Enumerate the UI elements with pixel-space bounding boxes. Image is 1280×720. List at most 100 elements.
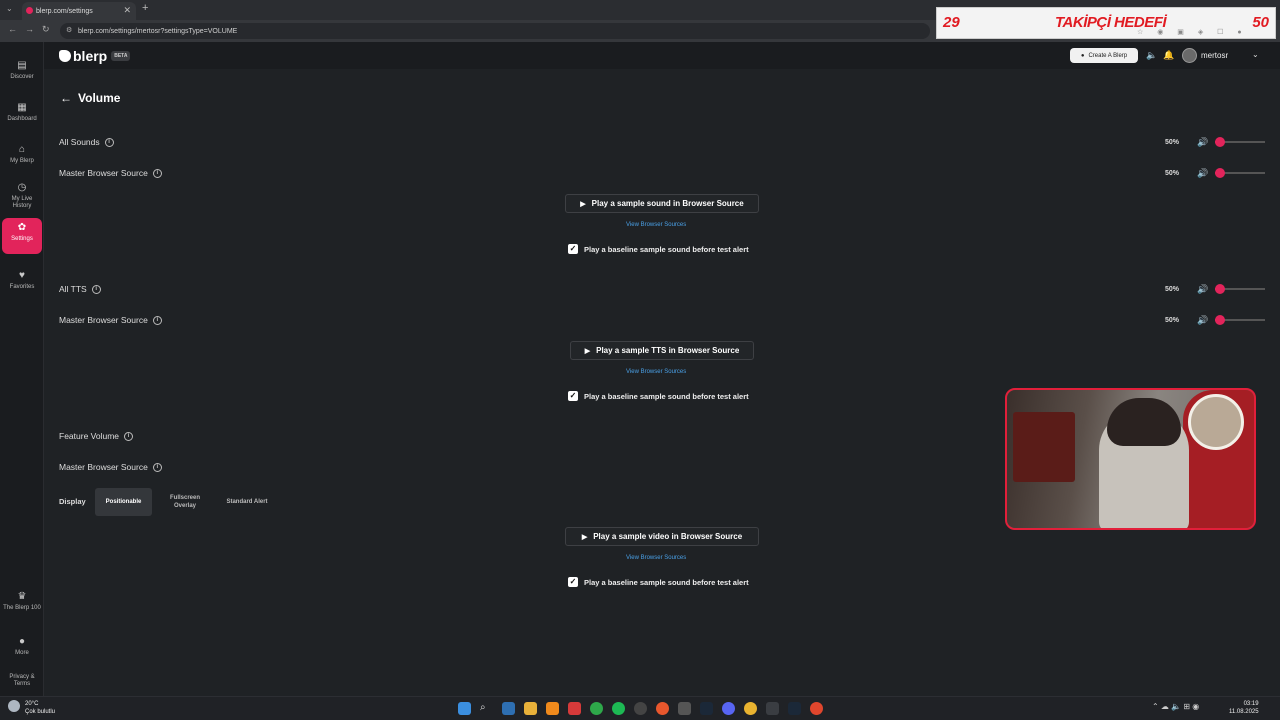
username[interactable]: mertosr: [1201, 51, 1228, 60]
tab-search-chevron-icon[interactable]: ⌄: [6, 4, 13, 13]
display-option-positionable[interactable]: Positionable: [95, 488, 152, 516]
view-browser-sources-link[interactable]: View Browser Sources: [626, 369, 686, 375]
slider-handle[interactable]: [1215, 315, 1225, 325]
browser-extension-icons[interactable]: ☆ ◉ ▣ ◈ ☐ ●: [1137, 28, 1257, 38]
taskbar-app-icon[interactable]: [634, 702, 647, 715]
search-icon[interactable]: ⌕: [480, 702, 493, 715]
discover-icon: ▤: [17, 60, 27, 71]
chevron-down-icon[interactable]: ⌄: [1252, 50, 1259, 59]
sidebar-item-label: My Live History: [11, 196, 33, 209]
baseline-sound-checkbox-row[interactable]: ✓ Play a baseline sample sound before te…: [568, 577, 749, 587]
logo-text: blerp: [73, 48, 108, 64]
windows-taskbar: 20°C Çok bulutlu ⌕ ⌃ ☁ 🔈 ⊞ ◉ 03:19 11.08…: [0, 696, 1280, 720]
view-browser-sources-link[interactable]: View Browser Sources: [626, 555, 686, 561]
taskbar-app-icon[interactable]: [612, 702, 625, 715]
play-sample-video-button[interactable]: ▶ Play a sample video in Browser Source: [565, 527, 759, 546]
taskbar-app-icon[interactable]: [678, 702, 691, 715]
play-sample-tts-button[interactable]: ▶ Play a sample TTS in Browser Source: [570, 341, 754, 360]
master-tts-slider[interactable]: [1215, 315, 1265, 325]
info-icon[interactable]: i: [104, 138, 114, 148]
taskbar-app-icon[interactable]: [524, 702, 537, 715]
volume-icon[interactable]: 🔊: [1197, 137, 1208, 148]
info-icon[interactable]: i: [124, 432, 134, 442]
start-icon[interactable]: [458, 702, 471, 715]
url-text: blerp.com/settings/mertosr?settingsType=…: [78, 27, 238, 35]
taskbar-app-icon[interactable]: [788, 702, 801, 715]
tab-close-icon[interactable]: ✕: [123, 5, 131, 16]
sidebar-item-favorites[interactable]: ♥ Favorites: [2, 266, 42, 302]
master-tts-percent: 50%: [1165, 317, 1180, 324]
forward-nav-icon[interactable]: →: [25, 24, 34, 34]
checkbox-label: Play a baseline sample sound before test…: [584, 391, 749, 401]
all-sounds-label: All Sounds i: [59, 137, 114, 148]
checkbox[interactable]: ✓: [568, 244, 578, 254]
slider-handle[interactable]: [1215, 137, 1225, 147]
volume-icon[interactable]: 🔊: [1197, 315, 1208, 326]
slider-handle[interactable]: [1215, 168, 1225, 178]
taskbar-app-icon[interactable]: [766, 702, 779, 715]
checkbox[interactable]: ✓: [568, 577, 578, 587]
back-nav-icon[interactable]: ←: [8, 24, 17, 34]
row-label-text: Master Browser Source: [59, 462, 148, 472]
avatar[interactable]: [1182, 48, 1197, 63]
display-label: Display: [59, 497, 86, 506]
taskbar-app-icon[interactable]: [656, 702, 669, 715]
display-option-fullscreen-overlay[interactable]: Fullscreen Overlay: [158, 488, 212, 516]
webcam-overlay: [1005, 388, 1256, 530]
sidebar-item-label: Dashboard: [7, 116, 37, 122]
chrome-icon[interactable]: [744, 702, 757, 715]
site-info-icon[interactable]: ⚙: [66, 26, 72, 34]
checkbox[interactable]: ✓: [568, 391, 578, 401]
slider-handle[interactable]: [1215, 284, 1225, 294]
sidebar-item-my-live-history[interactable]: ◷ My Live History: [2, 178, 42, 218]
view-browser-sources-link[interactable]: View Browser Sources: [626, 222, 686, 228]
create-blerp-button[interactable]: ● Create A Blerp: [1070, 48, 1138, 63]
taskbar-app-icon[interactable]: [502, 702, 515, 715]
all-sounds-slider[interactable]: [1215, 137, 1265, 147]
sidebar-item-label: Privacy & Terms: [9, 674, 35, 687]
sidebar-item-my-blerp[interactable]: ⌂ My Blerp: [2, 140, 42, 176]
create-blerp-label: Create A Blerp: [1088, 52, 1128, 59]
info-icon[interactable]: i: [152, 463, 162, 473]
all-tts-slider[interactable]: [1215, 284, 1265, 294]
play-sample-sound-button[interactable]: ▶ Play a sample sound in Browser Source: [565, 194, 759, 213]
sidebar-item-label: The Blerp 100: [3, 605, 41, 611]
taskbar-clock[interactable]: 03:19 11.08.2025: [1229, 700, 1259, 716]
sidebar-item-more[interactable]: ● More: [2, 632, 42, 668]
home-icon: ⌂: [18, 144, 26, 155]
taskbar-app-icon[interactable]: [590, 702, 603, 715]
tab-favicon-icon: [26, 7, 33, 14]
browser-tab[interactable]: blerp.com/settings ✕: [22, 2, 136, 20]
system-tray-icons[interactable]: ⌃ ☁ 🔈 ⊞ ◉: [1152, 702, 1199, 711]
volume-icon[interactable]: 🔊: [1197, 168, 1208, 179]
bell-icon[interactable]: 🔔: [1163, 50, 1174, 61]
url-field[interactable]: ⚙ blerp.com/settings/mertosr?settingsTyp…: [60, 23, 930, 39]
blerp-logo[interactable]: blerp BETA: [59, 48, 131, 64]
taskbar-app-icon[interactable]: [722, 702, 735, 715]
sidebar-item-label: Favorites: [9, 284, 35, 290]
info-icon[interactable]: i: [152, 316, 162, 326]
reload-icon[interactable]: ↻: [42, 24, 50, 35]
taskbar-app-icon[interactable]: [810, 702, 823, 715]
baseline-sound-checkbox-row[interactable]: ✓ Play a baseline sample sound before te…: [568, 391, 749, 401]
taskbar-app-icon[interactable]: [700, 702, 713, 715]
new-tab-icon[interactable]: +: [142, 2, 148, 14]
option-label: Standard Alert: [226, 498, 268, 505]
sidebar-item-settings[interactable]: ✿ Settings: [2, 218, 42, 254]
back-arrow-icon[interactable]: ←: [60, 91, 72, 105]
info-icon[interactable]: i: [152, 169, 162, 179]
info-icon[interactable]: i: [91, 285, 101, 295]
taskbar-app-icon[interactable]: [546, 702, 559, 715]
sidebar-item-blerp-100[interactable]: ♛ The Blerp 100: [2, 587, 42, 627]
speaker-icon[interactable]: 🔈: [1146, 50, 1157, 61]
volume-icon[interactable]: 🔊: [1197, 284, 1208, 295]
taskbar-app-icon[interactable]: [568, 702, 581, 715]
baseline-sound-checkbox-row[interactable]: ✓ Play a baseline sample sound before te…: [568, 244, 749, 254]
master-sounds-slider[interactable]: [1215, 168, 1265, 178]
sidebar-item-dashboard[interactable]: ▦ Dashboard: [2, 98, 42, 134]
display-option-standard-alert[interactable]: Standard Alert: [216, 488, 278, 516]
heart-icon: ♥: [19, 270, 25, 281]
weather-widget[interactable]: 20°C Çok bulutlu: [25, 701, 55, 716]
sidebar-item-discover[interactable]: ▤ Discover: [2, 56, 42, 92]
play-icon: ▶: [580, 200, 586, 208]
